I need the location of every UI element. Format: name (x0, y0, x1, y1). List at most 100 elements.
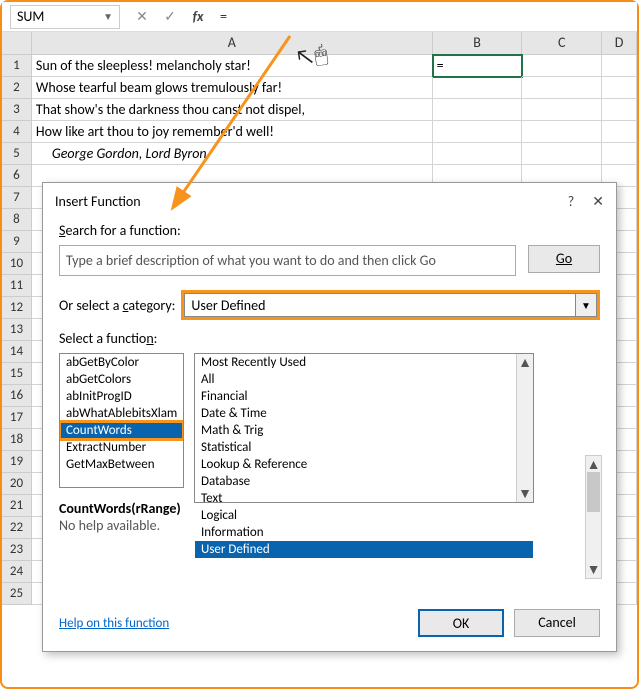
scroll-up-icon[interactable]: ▲ (587, 456, 601, 473)
cancel-button[interactable]: Cancel (514, 609, 600, 637)
cell[interactable] (522, 55, 602, 77)
cancel-formula-icon[interactable]: ✕ (128, 4, 156, 30)
accept-formula-icon[interactable]: ✓ (156, 4, 184, 30)
function-item[interactable]: abGetByColor (60, 354, 183, 371)
cell[interactable]: Whose tearful beam glows tremulously far… (32, 77, 433, 99)
row-header[interactable]: 4 (2, 121, 32, 143)
function-item[interactable]: abWhatAblebitsXlam (60, 405, 183, 422)
help-link[interactable]: Help on this function (59, 616, 169, 631)
chevron-down-icon[interactable]: ▼ (575, 293, 597, 317)
category-value[interactable] (184, 293, 575, 317)
function-item[interactable]: GetMaxBetween (60, 456, 183, 473)
scroll-up-icon[interactable]: ▲ (518, 354, 532, 371)
scroll-thumb[interactable] (587, 472, 600, 512)
help-icon[interactable]: ? (568, 193, 575, 210)
row-header[interactable]: 15 (2, 363, 32, 385)
row-header[interactable]: 11 (2, 275, 32, 297)
row-header[interactable]: 1 (2, 55, 32, 77)
scroll-down-icon[interactable]: ▼ (518, 485, 532, 502)
row-header[interactable]: 21 (2, 495, 32, 517)
cell[interactable]: Sun of the sleepless! melancholy star! (32, 55, 433, 77)
row-header[interactable]: 10 (2, 253, 32, 275)
row-header[interactable]: 25 (2, 583, 32, 605)
row-header[interactable]: 17 (2, 407, 32, 429)
function-item[interactable]: CountWords (60, 422, 183, 439)
scrollbar[interactable]: ▲▼ (516, 354, 533, 502)
cell[interactable]: George Gordon, Lord Byron (32, 143, 433, 165)
scroll-down-icon[interactable]: ▼ (587, 561, 601, 578)
cursor-icon: ↖🖱 (293, 40, 329, 71)
name-box-value: SUM (17, 8, 44, 25)
category-option[interactable]: Database (195, 473, 533, 490)
column-header[interactable]: A (32, 32, 433, 54)
row-header[interactable]: 8 (2, 209, 32, 231)
insert-function-dialog: Insert Function ? ✕ Search for a functio… (42, 182, 617, 652)
search-input[interactable] (59, 245, 516, 276)
category-option[interactable]: Most Recently Used (195, 354, 533, 371)
function-list[interactable]: abGetByColorabGetColorsabInitProgIDabWha… (59, 353, 184, 488)
cell[interactable] (602, 121, 637, 143)
go-button[interactable]: Go (528, 245, 600, 273)
cell[interactable] (602, 77, 637, 99)
chevron-down-icon[interactable]: ▼ (103, 10, 113, 23)
category-option[interactable]: Date & Time (195, 405, 533, 422)
row-header[interactable]: 6 (2, 165, 32, 187)
column-header[interactable]: D (602, 32, 637, 54)
category-list-dropdown[interactable]: Most Recently UsedAllFinancialDate & Tim… (194, 353, 534, 503)
row-header[interactable]: 12 (2, 297, 32, 319)
grid-row: 3That show's the darkness thou canst not… (2, 99, 637, 121)
row-header[interactable]: 22 (2, 517, 32, 539)
select-all-corner[interactable] (2, 32, 32, 54)
close-icon[interactable]: ✕ (592, 193, 604, 210)
cell[interactable] (602, 143, 637, 165)
cell[interactable]: = (433, 55, 523, 77)
scrollbar[interactable]: ▲ ▼ (585, 455, 602, 579)
cell[interactable] (433, 143, 523, 165)
row-header[interactable]: 20 (2, 473, 32, 495)
row-header[interactable]: 19 (2, 451, 32, 473)
formula-input[interactable]: = (212, 8, 637, 25)
cell[interactable] (522, 121, 602, 143)
grid-row: 2Whose tearful beam glows tremulously fa… (2, 77, 637, 99)
cell[interactable] (522, 99, 602, 121)
row-header[interactable]: 18 (2, 429, 32, 451)
function-item[interactable]: ExtractNumber (60, 439, 183, 456)
cell[interactable] (433, 99, 523, 121)
category-option[interactable]: Text (195, 490, 533, 507)
column-header[interactable]: B (433, 32, 523, 54)
row-header[interactable]: 9 (2, 231, 32, 253)
row-header[interactable]: 2 (2, 77, 32, 99)
column-header[interactable]: C (522, 32, 602, 54)
row-header[interactable]: 24 (2, 561, 32, 583)
function-item[interactable]: abGetColors (60, 371, 183, 388)
category-option[interactable]: Financial (195, 388, 533, 405)
category-dropdown[interactable]: ▼ (181, 290, 600, 320)
row-header[interactable]: 7 (2, 187, 32, 209)
cell[interactable] (433, 121, 523, 143)
category-option[interactable]: Lookup & Reference (195, 456, 533, 473)
cell[interactable] (522, 77, 602, 99)
insert-function-icon[interactable]: fx (184, 4, 212, 30)
cell[interactable] (522, 143, 602, 165)
category-option[interactable]: Statistical (195, 439, 533, 456)
ok-button[interactable]: OK (418, 609, 504, 637)
row-header[interactable]: 13 (2, 319, 32, 341)
cell[interactable]: That show's the darkness thou canst not … (32, 99, 433, 121)
cell[interactable] (602, 55, 637, 77)
category-label: Or select a category: (59, 297, 175, 314)
name-box[interactable]: SUM ▼ (10, 5, 120, 29)
category-option[interactable]: Logical (195, 507, 533, 524)
row-header[interactable]: 3 (2, 99, 32, 121)
cell[interactable] (433, 77, 523, 99)
category-option[interactable]: Information (195, 524, 533, 541)
row-header[interactable]: 23 (2, 539, 32, 561)
row-header[interactable]: 16 (2, 385, 32, 407)
cell[interactable]: How like art thou to joy remember'd well… (32, 121, 433, 143)
row-header[interactable]: 5 (2, 143, 32, 165)
category-option[interactable]: Math & Trig (195, 422, 533, 439)
category-option[interactable]: User Defined (195, 541, 533, 558)
function-item[interactable]: abInitProgID (60, 388, 183, 405)
category-option[interactable]: All (195, 371, 533, 388)
row-header[interactable]: 14 (2, 341, 32, 363)
cell[interactable] (602, 99, 637, 121)
